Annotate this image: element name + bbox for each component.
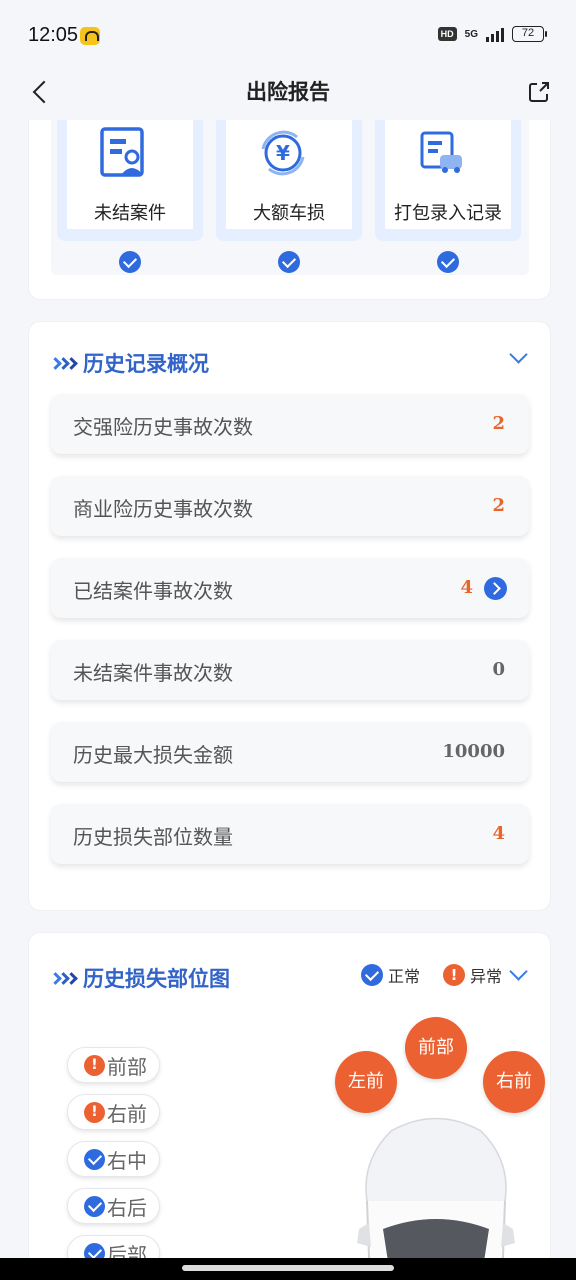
stat-label: 交强险历史事故次数 xyxy=(73,415,253,439)
stat-label: 历史损失部位数量 xyxy=(73,825,233,849)
nav-bar: 出险报告 xyxy=(0,68,576,120)
alert-icon: ! xyxy=(84,1101,105,1123)
tile-batch-entry-records[interactable]: 打包录入记录 xyxy=(375,120,521,273)
triple-chevron-icon xyxy=(49,356,78,370)
stat-value: 2 xyxy=(492,495,505,516)
tiles-panel: 未结案件 ¥ 大额车损 打包录入记录 xyxy=(51,120,529,275)
check-icon xyxy=(278,251,300,273)
hd-icon: HD xyxy=(437,27,457,41)
battery-icon: 72 xyxy=(512,26,547,42)
stat-label: 未结案件事故次数 xyxy=(73,661,233,685)
part-pill-right-rear[interactable]: 右后 xyxy=(67,1188,160,1224)
scroll-content[interactable]: 未结案件 ¥ 大额车损 打包录入记录 历史记录概况 交强险历史事故次数 2 商业… xyxy=(0,120,576,1260)
legend-normal: 正常 xyxy=(361,963,420,987)
legend-abnormal: ! 异常 xyxy=(443,963,502,987)
car-marker-front-right[interactable]: 右前 xyxy=(483,1051,545,1113)
damage-map-card: 历史损失部位图 正常 ! 异常 ! 前部 ! 右前 右中 右后 后部 前部 左前… xyxy=(28,932,551,1260)
status-indicators: HD 5G 72 xyxy=(437,26,547,42)
part-label: 右前 xyxy=(107,1101,147,1126)
part-label: 右中 xyxy=(107,1148,147,1173)
section-title: 历史记录概况 xyxy=(83,352,209,376)
home-indicator-bar xyxy=(0,1258,576,1280)
check-icon xyxy=(119,251,141,273)
signal-icon xyxy=(486,26,504,42)
stat-row-compulsory-accidents: 交强险历史事故次数 2 xyxy=(51,394,529,454)
car-diagram: 前部 左前 右前 xyxy=(331,1017,545,1260)
car-record-icon xyxy=(416,127,468,179)
network-type: 5G xyxy=(464,28,478,40)
legend-label: 正常 xyxy=(388,967,421,986)
tiles-card: 未结案件 ¥ 大额车损 打包录入记录 xyxy=(28,120,551,300)
yen-refresh-icon: ¥ xyxy=(257,127,309,179)
notification-app-icon xyxy=(80,27,100,45)
stat-value: 4 xyxy=(460,577,473,598)
stat-label: 商业险历史事故次数 xyxy=(73,497,253,521)
tile-large-damage[interactable]: ¥ 大额车损 xyxy=(216,120,362,273)
section-title: 历史损失部位图 xyxy=(83,967,230,991)
check-circle-icon xyxy=(84,1148,105,1170)
status-bar: 12:05 HD 5G 72 xyxy=(0,0,576,68)
tile-unsettled-cases[interactable]: 未结案件 xyxy=(57,120,203,273)
home-indicator[interactable] xyxy=(182,1265,394,1271)
alert-icon: ! xyxy=(443,964,465,986)
part-pill-right-front[interactable]: ! 右前 xyxy=(67,1094,160,1130)
page-title: 出险报告 xyxy=(246,80,330,104)
svg-text:¥: ¥ xyxy=(276,141,290,165)
car-marker-front-left[interactable]: 左前 xyxy=(335,1051,397,1113)
part-pill-right-middle[interactable]: 右中 xyxy=(67,1141,160,1177)
stat-value: 2 xyxy=(492,413,505,434)
stat-label: 历史最大损失金额 xyxy=(73,743,233,767)
chevron-down-icon[interactable] xyxy=(507,969,529,983)
section-header: 历史损失部位图 xyxy=(49,963,230,993)
part-pill-front[interactable]: ! 前部 xyxy=(67,1047,160,1083)
status-time: 12:05 xyxy=(28,24,79,46)
car-marker-front[interactable]: 前部 xyxy=(405,1017,467,1079)
stat-row-unsettled-accidents: 未结案件事故次数 0 xyxy=(51,640,529,700)
section-header: 历史记录概况 xyxy=(49,348,209,378)
stat-row-loss-part-count: 历史损失部位数量 4 xyxy=(51,804,529,864)
chevron-right-icon[interactable] xyxy=(484,577,507,600)
tile-label: 大额车损 xyxy=(253,203,325,224)
chevron-down-icon[interactable] xyxy=(507,352,529,366)
history-summary-card: 历史记录概况 交强险历史事故次数 2 商业险历史事故次数 2 已结案件事故次数 … xyxy=(28,321,551,911)
check-icon xyxy=(437,251,459,273)
legend-label: 异常 xyxy=(470,967,503,986)
stat-value: 0 xyxy=(492,659,505,680)
alert-icon: ! xyxy=(84,1054,105,1076)
check-circle-icon xyxy=(361,964,383,986)
stat-value: 10000 xyxy=(442,741,505,762)
tile-label: 未结案件 xyxy=(94,203,166,224)
part-pill-rear[interactable]: 后部 xyxy=(67,1235,160,1260)
stat-label: 已结案件事故次数 xyxy=(73,579,233,603)
part-label: 右后 xyxy=(107,1195,147,1220)
triple-chevron-icon xyxy=(49,971,78,985)
check-circle-icon xyxy=(84,1195,105,1217)
part-label: 后部 xyxy=(107,1242,147,1261)
tile-label: 打包录入记录 xyxy=(394,203,502,224)
part-label: 前部 xyxy=(107,1054,147,1079)
share-icon[interactable] xyxy=(524,77,554,107)
stat-row-settled-accidents[interactable]: 已结案件事故次数 4 xyxy=(51,558,529,618)
stat-row-max-loss-amount: 历史最大损失金额 10000 xyxy=(51,722,529,782)
document-user-icon xyxy=(98,127,150,179)
stat-row-commercial-accidents: 商业险历史事故次数 2 xyxy=(51,476,529,536)
stat-value: 4 xyxy=(492,823,505,844)
